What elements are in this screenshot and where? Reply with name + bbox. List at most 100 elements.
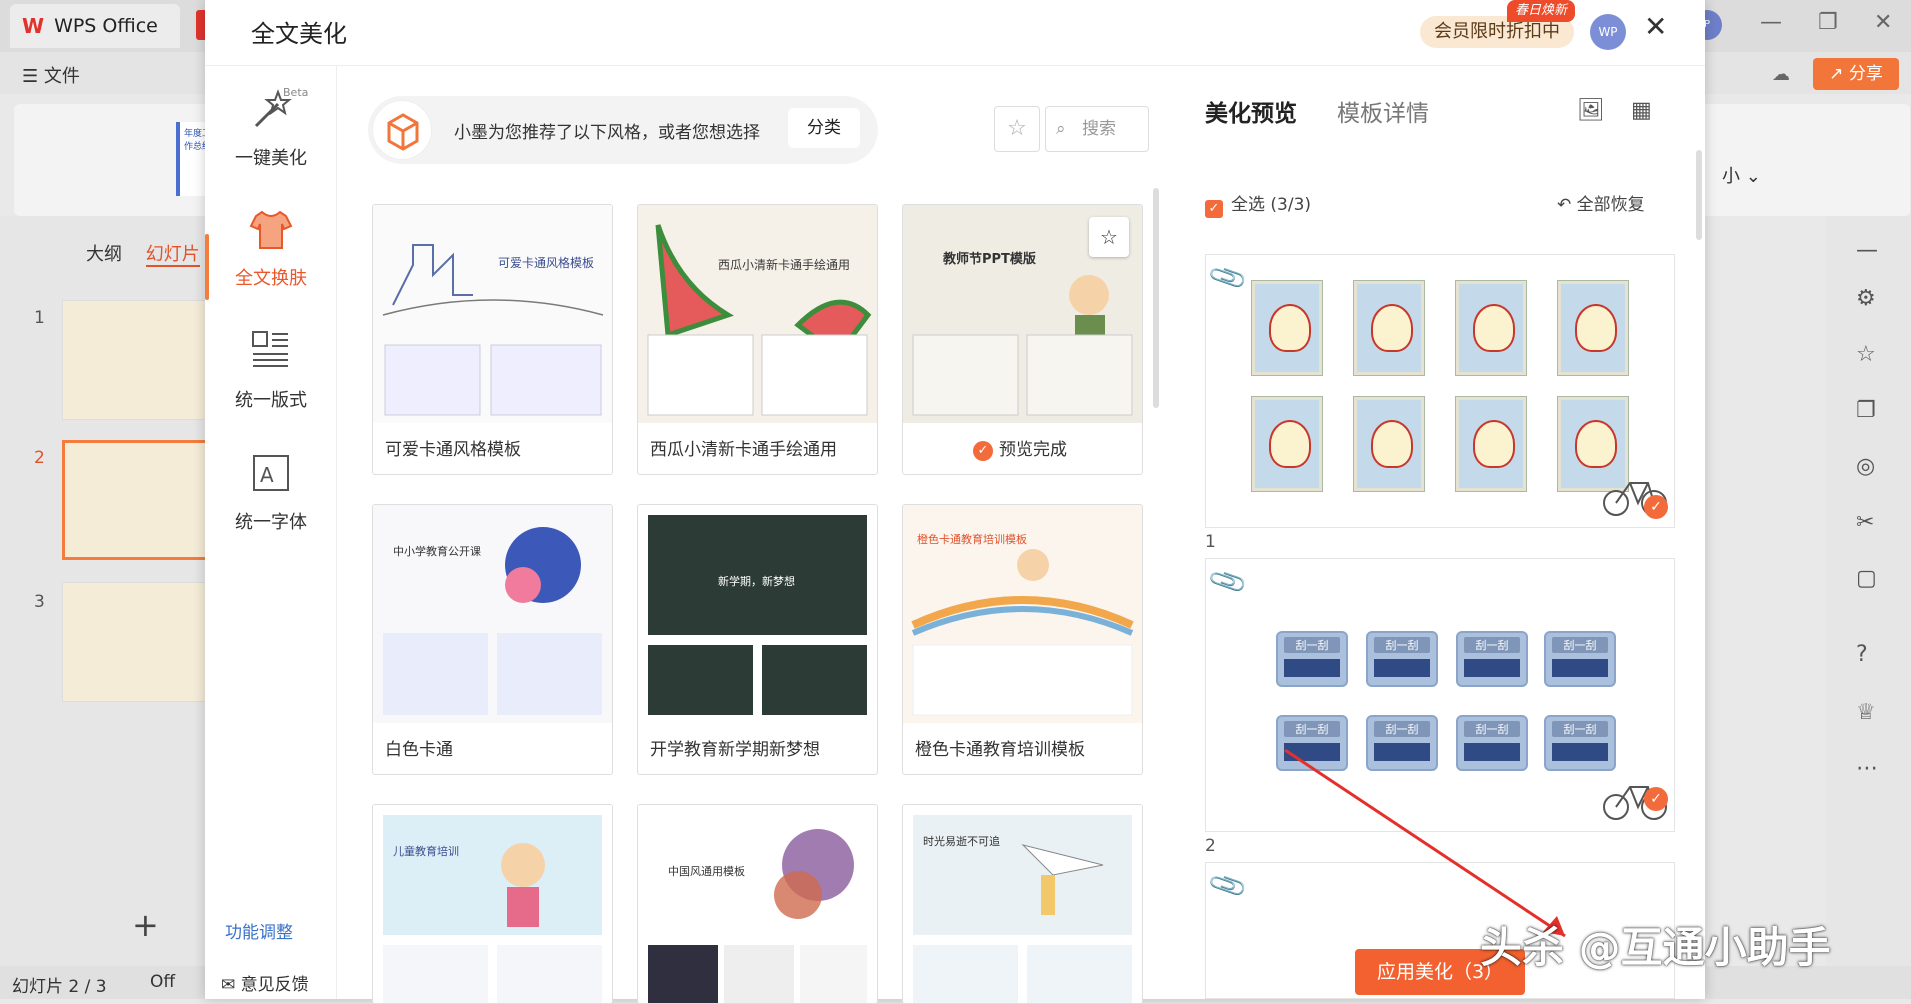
template-thumb-title: 中小学教育公开课 <box>393 544 481 558</box>
nav-unified-font[interactable]: A 统一字体 <box>205 450 337 560</box>
preview-slide-1[interactable]: 📎 ✓ <box>1205 254 1675 528</box>
template-thumb-title: 儿童教育培训 <box>393 844 459 858</box>
slide-thumbnail-1[interactable] <box>62 300 212 420</box>
check-icon: ✓ <box>973 441 993 461</box>
nav-label: 一键美化 <box>235 148 307 169</box>
template-card[interactable]: 时光易逝不可追 <box>902 804 1143 1004</box>
image-view-icon[interactable]: 🖼 <box>1577 98 1605 123</box>
template-name: 白色卡通 <box>385 740 453 760</box>
favorites-star-icon[interactable]: ☆ <box>994 106 1040 152</box>
template-card[interactable]: 儿童教育培训 <box>372 804 613 1004</box>
tab-outline[interactable]: 大纲 <box>86 244 122 265</box>
checkbox-checked-icon: ✓ <box>1205 200 1223 218</box>
template-thumbnail: 中小学教育公开课 <box>373 505 612 723</box>
tab-beautify-preview[interactable]: 美化预览 <box>1205 94 1297 128</box>
nav-unified-layout[interactable]: 统一版式 <box>205 328 337 438</box>
share-button[interactable]: ↗ 分享 <box>1813 58 1899 90</box>
watermark: 头杀 @互通小助手 <box>1480 923 1831 972</box>
template-card[interactable]: 中国风通用模板 <box>637 804 878 1004</box>
template-thumbnail: 橙色卡通教育培训模板 <box>903 505 1142 723</box>
function-adjust-link[interactable]: 功能调整 <box>225 918 293 943</box>
maximize-icon[interactable]: ❐ <box>1818 10 1838 35</box>
grid-view-icon[interactable]: ▦ <box>1631 98 1652 123</box>
template-name: 橙色卡通教育培训模板 <box>915 740 1085 760</box>
slide-thumbnail-3[interactable] <box>62 582 212 702</box>
star-icon[interactable]: ☆ <box>1856 342 1876 367</box>
template-thumbnail: 时光易逝不可追 <box>903 805 1142 1003</box>
template-card[interactable]: 西瓜小清新卡通手绘通用 西瓜小清新卡通手绘通用 <box>637 204 878 475</box>
dialog-header: 全文美化 会员限时折扣中 春日焕新 WP ✕ <box>205 0 1705 66</box>
recommend-text: 小墨为您推荐了以下风格，或者您想选择 <box>454 123 760 143</box>
slide-status: 幻灯片 2 / 3 <box>12 977 107 997</box>
tools-icon[interactable]: ✂ <box>1856 510 1874 535</box>
user-avatar[interactable]: WP <box>1590 14 1626 50</box>
collapse-icon[interactable]: — <box>1856 238 1878 263</box>
template-thumb-title: 中国风通用模板 <box>668 864 745 878</box>
tab-template-detail[interactable]: 模板详情 <box>1337 94 1429 128</box>
template-thumbnail: 可爱卡通风格模板 <box>373 205 612 423</box>
template-card[interactable]: 橙色卡通教育培训模板 橙色卡通教育培训模板 <box>902 504 1143 775</box>
gallery-scrollbar[interactable] <box>1153 188 1159 408</box>
template-name: 西瓜小清新卡通手绘通用 <box>650 440 837 460</box>
favorite-star-icon[interactable]: ☆ <box>1089 217 1129 257</box>
right-toolbar: — ⚙ ☆ ❐ ◎ ✂ ▢ ? ♕ ⋯ <box>1826 216 1911 976</box>
tshirt-icon <box>249 210 293 249</box>
template-card[interactable]: 教师节PPT模版 ☆ ✓ 预览完成 <box>902 204 1143 475</box>
app-tab-title: WPS Office <box>54 15 158 37</box>
paperclip-icon: 📎 <box>1206 560 1250 604</box>
more-icon[interactable]: ⋯ <box>1856 756 1878 781</box>
template-thumb-title: 橙色卡通教育培训模板 <box>917 532 1027 546</box>
svg-text:A: A <box>260 463 274 487</box>
preview-slide-label: 1 <box>1205 532 1216 552</box>
template-card[interactable]: 可爱卡通风格模板 可爱卡通风格模板 <box>372 204 613 475</box>
paperclip-icon: 📎 <box>1206 864 1250 908</box>
feedback-icon: ✉ <box>221 975 236 995</box>
template-card[interactable]: 中小学教育公开课 白色卡通 <box>372 504 613 775</box>
template-thumbnail: 儿童教育培训 <box>373 805 612 1003</box>
template-thumb-title: 时光易逝不可追 <box>923 834 1000 848</box>
nav-full-skin[interactable]: 全文换肤 <box>205 206 337 316</box>
copy-icon[interactable]: ❐ <box>1856 398 1876 423</box>
preview-scrollbar[interactable] <box>1696 150 1702 240</box>
select-all-checkbox[interactable]: ✓ 全选 (3/3) <box>1205 190 1311 218</box>
pane-tabs: 大纲 幻灯片 <box>86 240 200 267</box>
font-icon: A <box>253 455 289 491</box>
add-slide-button[interactable]: + <box>132 906 159 944</box>
ribbon-dropdown[interactable]: 小 ⌄ <box>1722 162 1761 188</box>
minimize-icon[interactable]: — <box>1760 10 1782 35</box>
dialog-title: 全文美化 <box>251 20 347 48</box>
template-gallery: 小墨为您推荐了以下风格，或者您想选择 分类 ☆ ⌕ 搜索 可爱卡通风格模板 可爱… <box>338 66 1173 1004</box>
layout-icon <box>252 331 288 367</box>
close-icon[interactable]: ✕ <box>1644 10 1667 43</box>
tab-slides[interactable]: 幻灯片 <box>145 244 200 267</box>
animation-icon[interactable]: ◎ <box>1856 454 1875 479</box>
app-tab[interactable]: W WPS Office <box>10 4 180 48</box>
office-status[interactable]: Off <box>150 972 175 992</box>
template-card[interactable]: 新学期，新梦想 开学教育新学期新梦想 <box>637 504 878 775</box>
cloud-icon[interactable]: ☁ <box>1772 64 1790 85</box>
card-image <box>1456 397 1526 491</box>
card-image <box>1558 281 1628 375</box>
vip-badge: 春日焕新 <box>1507 0 1576 22</box>
help-icon[interactable]: ? <box>1856 642 1868 667</box>
slide-thumbnail-2[interactable] <box>62 440 212 560</box>
card-image <box>1252 281 1322 375</box>
feature-nav: Beta 一键美化 全文换肤 统一版式 A 统一字体 功能调整 ✉ 意见反馈 <box>205 66 337 999</box>
file-menu[interactable]: ☰ 文件 <box>22 62 80 88</box>
category-button[interactable]: 分类 <box>788 108 860 148</box>
template-thumb-title: 西瓜小清新卡通手绘通用 <box>718 257 850 272</box>
scratch-card: 刮一刮 <box>1544 631 1616 687</box>
search-input[interactable]: ⌕ 搜索 <box>1045 106 1149 152</box>
template-thumbnail: 西瓜小清新卡通手绘通用 <box>638 205 877 423</box>
feedback-link[interactable]: ✉ 意见反馈 <box>221 970 309 995</box>
restore-all-button[interactable]: ↶ 全部恢复 <box>1557 190 1645 215</box>
template-thumbnail: 新学期，新梦想 <box>638 505 877 723</box>
window-close-icon[interactable]: ✕ <box>1874 10 1892 35</box>
skin-icon[interactable]: ♕ <box>1856 700 1876 725</box>
settings-icon[interactable]: ⚙ <box>1856 286 1876 311</box>
book-icon[interactable]: ▢ <box>1856 566 1877 591</box>
template-thumbnail: 中国风通用模板 <box>638 805 877 1003</box>
paperclip-icon: 📎 <box>1206 256 1250 300</box>
nav-one-click-beautify[interactable]: Beta 一键美化 <box>205 86 337 196</box>
slide-number: 3 <box>34 592 45 612</box>
